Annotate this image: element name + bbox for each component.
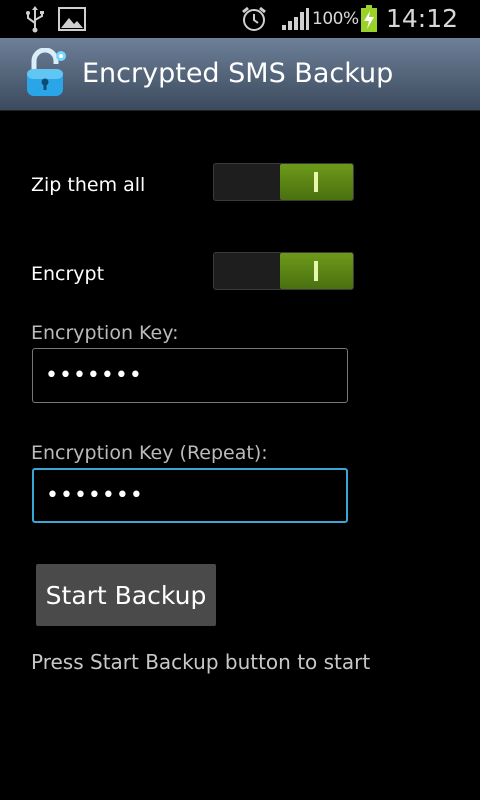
encrypt-toggle-thumb[interactable] bbox=[280, 253, 353, 289]
app-title: Encrypted SMS Backup bbox=[82, 58, 394, 89]
gallery-icon bbox=[58, 7, 86, 31]
on-indicator-icon bbox=[314, 261, 318, 281]
status-clock: 14:12 bbox=[386, 4, 459, 33]
action-bar: Encrypted SMS Backup bbox=[0, 38, 480, 111]
zip-toggle-thumb[interactable] bbox=[280, 164, 353, 200]
start-backup-button[interactable]: Start Backup bbox=[36, 564, 216, 626]
alarm-icon bbox=[242, 6, 266, 31]
on-indicator-icon bbox=[314, 172, 318, 192]
status-message: Press Start Backup button to start bbox=[31, 650, 371, 674]
encryption-key-repeat-label: Encryption Key (Repeat): bbox=[31, 442, 268, 464]
encryption-key-repeat-input[interactable]: ••••••• bbox=[32, 468, 348, 523]
usb-icon bbox=[26, 6, 44, 33]
unlocked-padlock-icon[interactable] bbox=[24, 48, 68, 98]
battery-percent: 100% bbox=[312, 9, 359, 29]
zip-toggle[interactable] bbox=[213, 163, 354, 201]
encryption-key-input[interactable]: ••••••• bbox=[32, 348, 348, 403]
zip-label: Zip them all bbox=[31, 174, 146, 196]
encryption-key-repeat-value: ••••••• bbox=[46, 483, 144, 508]
encryption-key-value: ••••••• bbox=[45, 363, 143, 388]
encrypt-label: Encrypt bbox=[31, 263, 105, 285]
status-bar: 100% 14:12 bbox=[0, 0, 480, 38]
battery-charging-icon bbox=[361, 5, 377, 32]
encrypt-toggle[interactable] bbox=[213, 252, 354, 290]
signal-icon bbox=[282, 8, 309, 30]
encryption-key-label: Encryption Key: bbox=[31, 322, 179, 344]
